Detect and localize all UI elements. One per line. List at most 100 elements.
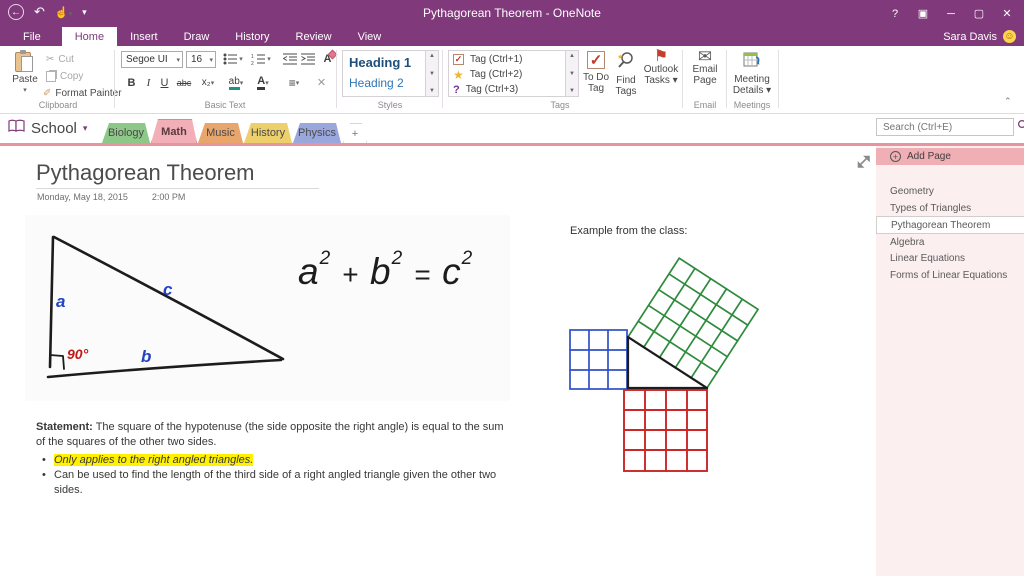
tag-item-3[interactable]: ? Tag (Ctrl+3)	[453, 82, 561, 97]
copy-icon	[46, 71, 56, 82]
tags-gallery: ✓ Tag (Ctrl+1) ★ Tag (Ctrl+2) ? Tag (Ctr…	[448, 50, 566, 97]
format-painter-button[interactable]: ✐ Format Painter	[43, 88, 122, 99]
page-canvas[interactable]: Pythagorean Theorem Monday, May 18, 2015…	[0, 146, 876, 576]
formula-ink: a2 + b2 = c2	[298, 248, 472, 293]
page-title[interactable]: Pythagorean Theorem	[36, 160, 255, 186]
font-name-combo[interactable]: Segoe UI▾	[121, 51, 183, 68]
increase-indent-icon[interactable]	[300, 51, 315, 66]
question-tag-icon: ?	[453, 84, 460, 96]
font-size-combo[interactable]: 16▾	[186, 51, 216, 68]
style-heading2[interactable]: Heading 2	[349, 76, 419, 90]
paste-dropdown-icon: ▾	[23, 85, 27, 96]
paragraph-align-button[interactable]: ≡▾	[282, 75, 306, 90]
todo-tag-button[interactable]: ✓ To Do Tag	[580, 51, 612, 94]
meeting-details-button[interactable]: Meeting Details ▾	[730, 51, 774, 96]
collapse-ribbon-icon[interactable]: ⌃	[1004, 96, 1012, 107]
italic-button[interactable]: I	[141, 75, 156, 90]
minimize-button[interactable]: ─	[938, 3, 964, 25]
notebook-icon	[8, 119, 25, 137]
group-divider	[114, 50, 115, 108]
outlook-tasks-button[interactable]: ⚑ Outlook Tasks ▾	[642, 51, 680, 86]
magnifier-icon: ★	[617, 51, 635, 72]
window-controls: ? ▣ ─ ▢ ✕	[882, 0, 1020, 27]
page-item-linear-equations[interactable]: Linear Equations	[876, 250, 1024, 267]
page-datetime: Monday, May 18, 2015 2:00 PM	[37, 192, 185, 202]
tag-item-2[interactable]: ★ Tag (Ctrl+2)	[453, 67, 561, 82]
tags-scroll[interactable]: ▲▼▼	[566, 50, 579, 97]
tab-file[interactable]: File	[10, 27, 54, 46]
section-tab-history[interactable]: History	[244, 123, 292, 143]
style-heading1[interactable]: Heading 1	[349, 55, 419, 70]
bold-button[interactable]: B	[124, 75, 139, 90]
cut-button[interactable]: ✂Cut	[46, 54, 74, 65]
add-page-button[interactable]: + Add Page	[876, 148, 1024, 165]
smiley-avatar-icon: ☺	[1003, 30, 1016, 43]
group-divider	[778, 50, 779, 108]
search-box[interactable]: ▾	[876, 118, 1014, 136]
subscript-button[interactable]: x₂▾	[196, 75, 220, 90]
email-page-button[interactable]: ✉ Email Page	[688, 51, 722, 86]
paste-button[interactable]: Paste ▾	[8, 50, 42, 96]
find-tags-button[interactable]: ★ Find Tags	[612, 51, 640, 97]
page-item-forms-of-linear-equations[interactable]: Forms of Linear Equations	[876, 267, 1024, 284]
tags-group-label: Tags	[510, 100, 610, 110]
calendar-icon	[743, 51, 762, 72]
section-tab-physics[interactable]: Physics	[293, 123, 341, 143]
ribbon: Paste ▾ ✂Cut Copy ✐ Format Painter Clipb…	[0, 46, 1024, 114]
new-section-tab[interactable]: +	[343, 123, 367, 143]
section-tab-music[interactable]: Music	[198, 123, 243, 143]
tab-home[interactable]: Home	[62, 27, 117, 46]
paste-icon	[15, 50, 35, 74]
search-input[interactable]	[881, 121, 1017, 134]
tab-insert[interactable]: Insert	[117, 27, 171, 46]
squares-drawing	[558, 243, 808, 483]
delete-formatting-icon[interactable]: ✕	[314, 75, 329, 90]
statement-text: The square of the hypotenuse (the side o…	[36, 421, 504, 448]
section-tab-biology[interactable]: Biology	[102, 123, 150, 143]
notebook-switcher[interactable]: School ▾	[8, 119, 87, 137]
meetings-group-label: Meetings	[702, 100, 802, 110]
ribbon-display-options-icon[interactable]: ▣	[910, 3, 936, 25]
highlight-button[interactable]: ab▾	[224, 75, 248, 90]
maximize-button[interactable]: ▢	[966, 3, 992, 25]
example-label[interactable]: Example from the class:	[570, 225, 687, 237]
page-item-geometry[interactable]: Geometry	[876, 183, 1024, 200]
styles-scroll[interactable]: ▲▼▼	[426, 50, 439, 97]
format-painter-icon: ✐	[43, 88, 51, 99]
styles-group-label: Styles	[340, 100, 440, 110]
numbered-list-icon[interactable]: 12▾	[250, 51, 272, 66]
blue-square	[570, 330, 627, 389]
decrease-indent-icon[interactable]	[282, 51, 297, 66]
tab-history[interactable]: History	[222, 27, 282, 46]
user-name: Sara Davis	[943, 31, 997, 43]
page-item-types-of-triangles[interactable]: Types of Triangles	[876, 200, 1024, 217]
tab-review[interactable]: Review	[283, 27, 345, 46]
tab-draw[interactable]: Draw	[171, 27, 223, 46]
svg-text:★: ★	[617, 53, 623, 61]
title-bar: ← ↶ ☝▾ ▾ Pythagorean Theorem - OneNote ?…	[0, 0, 1024, 27]
tab-view[interactable]: View	[345, 27, 395, 46]
bullet-list-icon[interactable]: ▾	[222, 51, 244, 66]
full-page-view-icon[interactable]	[856, 154, 871, 174]
chevron-down-icon: ▾	[83, 123, 88, 134]
help-button[interactable]: ?	[882, 3, 908, 25]
section-tab-math[interactable]: Math	[151, 119, 197, 143]
clear-formatting-icon[interactable]: A	[320, 51, 335, 66]
underline-button[interactable]: U	[157, 75, 172, 90]
tag-item-1[interactable]: ✓ Tag (Ctrl+1)	[453, 52, 561, 67]
notebook-nav-bar: School ▾ Biology Math Music History Phys…	[0, 114, 1024, 143]
chevron-down-icon: ▾	[209, 56, 213, 64]
close-button[interactable]: ✕	[994, 3, 1020, 25]
page-item-pythagorean-theorem[interactable]: Pythagorean Theorem	[876, 216, 1024, 234]
font-color-button[interactable]: A▾	[252, 75, 274, 90]
plus-circle-icon: +	[890, 151, 901, 162]
triangle-drawing: a c b 90°	[25, 215, 510, 401]
triangle-label-c: c	[163, 280, 173, 299]
copy-button[interactable]: Copy	[46, 71, 83, 82]
ribbon-tab-row: File Home Insert Draw History Review Vie…	[0, 27, 1024, 46]
account-area[interactable]: Sara Davis ☺	[943, 30, 1016, 43]
page-item-algebra[interactable]: Algebra	[876, 234, 1024, 251]
statement-block[interactable]: Statement: The square of the hypotenuse …	[36, 420, 508, 498]
triangle-label-b: b	[141, 347, 151, 366]
strikethrough-button[interactable]: abc	[174, 75, 194, 90]
